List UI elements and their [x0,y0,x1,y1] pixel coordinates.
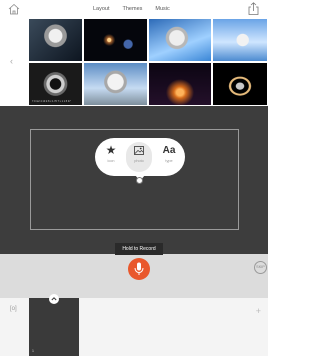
microphone-icon [134,262,144,275]
image-icon [126,142,152,159]
nav-music[interactable]: Music [155,6,169,13]
photo-option[interactable]: photo [126,142,152,172]
anchor-dot[interactable] [136,177,143,184]
skip-button[interactable]: SKIP [254,261,267,274]
thumbnail-caption: 7.0 m2 4 10 2.8 x 1.70 7 x 1 1.5 47 [32,100,71,103]
star-icon: ★ [105,143,117,157]
image-strip: ‹ 7.0 m2 4 10 2.8 x 1.70 7 x 1 1.5 47 [0,18,268,106]
slide-canvas: ★ icon photo Aa type [0,106,268,254]
chevron-left-icon[interactable]: ‹ [10,56,13,66]
thumbnail-porthole[interactable]: 7.0 m2 4 10 2.8 x 1.70 7 x 1 1.5 47 [28,62,83,106]
chevron-up-icon[interactable] [49,294,59,304]
record-area: SKIP [0,254,268,298]
thumbnail-astronaut-2[interactable] [148,18,212,62]
share-icon[interactable] [248,2,260,16]
slide-tray: [o] 1 + [0,294,268,356]
text-type-icon: Aa [162,145,176,156]
thumbnail-astronaut-4[interactable] [83,62,148,106]
slide-thumbnail[interactable]: 1 [29,294,79,356]
nav-layout[interactable]: Layout [93,6,110,13]
thumbnail-black-hole[interactable] [148,62,212,106]
add-slide-button[interactable]: + [256,306,261,316]
photo-option-label: photo [134,159,144,163]
content-picker: ★ icon photo Aa type [95,138,185,181]
focus-icon[interactable]: [o] [10,306,17,312]
slide-number: 1 [32,349,34,353]
nav: Layout Themes Music [93,6,183,13]
thumbnail-astronaut-1[interactable] [28,18,83,62]
app: Layout Themes Music ‹ 7.0 m2 4 10 2.8 x … [0,0,268,356]
home-icon[interactable] [8,3,22,16]
record-button[interactable] [128,258,150,280]
top-bar: Layout Themes Music [0,0,268,18]
nav-themes[interactable]: Themes [123,6,143,13]
icon-option[interactable]: ★ icon [98,142,124,172]
thumbnail-grid: 7.0 m2 4 10 2.8 x 1.70 7 x 1 1.5 47 [28,18,268,106]
thumbnail-ring[interactable] [212,62,268,106]
type-option[interactable]: Aa type [156,142,182,172]
icon-option-label: icon [107,159,115,163]
type-option-label: type [165,159,173,163]
thumbnail-astronaut-3[interactable] [212,18,268,62]
thumbnail-space-1[interactable] [83,18,148,62]
record-tooltip: Hold to Record [115,243,163,255]
